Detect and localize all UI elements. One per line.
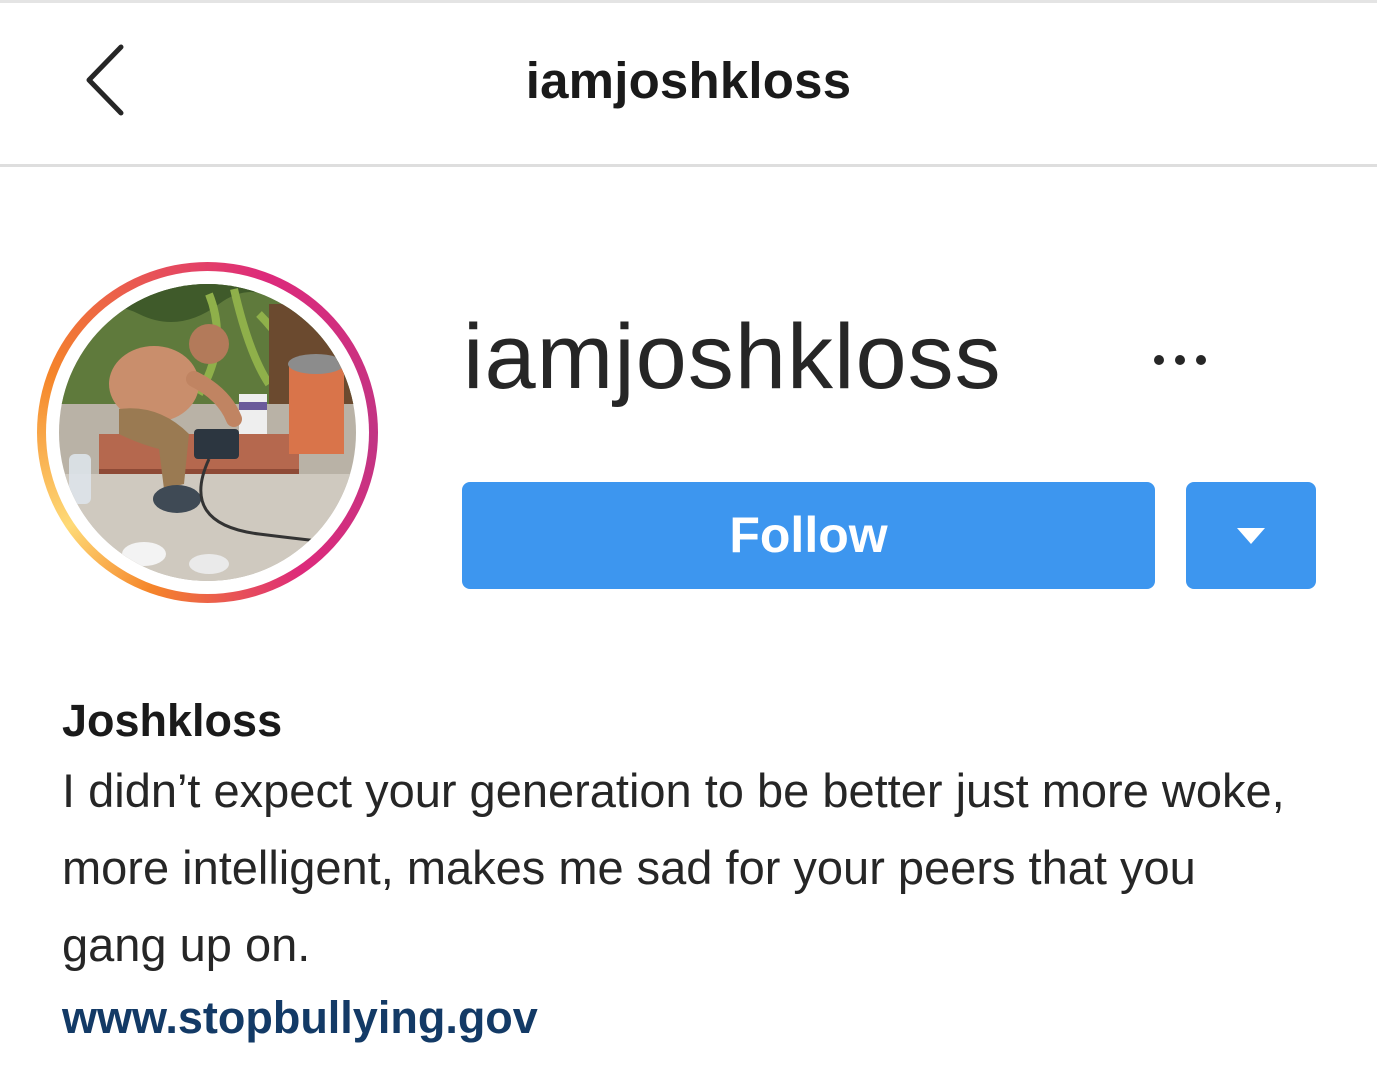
bio-text: I didn’t expect your generation to be be…	[62, 764, 1285, 971]
bio-website-link[interactable]: www.stopbullying.gov	[62, 987, 538, 1049]
avatar	[59, 284, 356, 581]
suggested-accounts-dropdown-button[interactable]	[1186, 482, 1316, 589]
profile-username: iamjoshkloss	[463, 306, 1002, 408]
caret-down-icon	[1237, 527, 1265, 544]
more-options-button[interactable]	[1140, 340, 1220, 380]
header-divider	[0, 164, 1377, 167]
page-title: iamjoshkloss	[525, 52, 852, 109]
follow-button[interactable]: Follow	[462, 482, 1155, 589]
top-border	[0, 0, 1377, 3]
profile-bio: Joshkloss I didn’t expect your generatio…	[62, 690, 1342, 1049]
top-navigation-bar: iamjoshkloss	[0, 0, 1377, 167]
profile-photo	[59, 284, 356, 581]
bio-full-name: Joshkloss	[62, 695, 283, 746]
ellipsis-icon	[1154, 355, 1206, 365]
avatar-story-ring[interactable]	[37, 262, 378, 603]
